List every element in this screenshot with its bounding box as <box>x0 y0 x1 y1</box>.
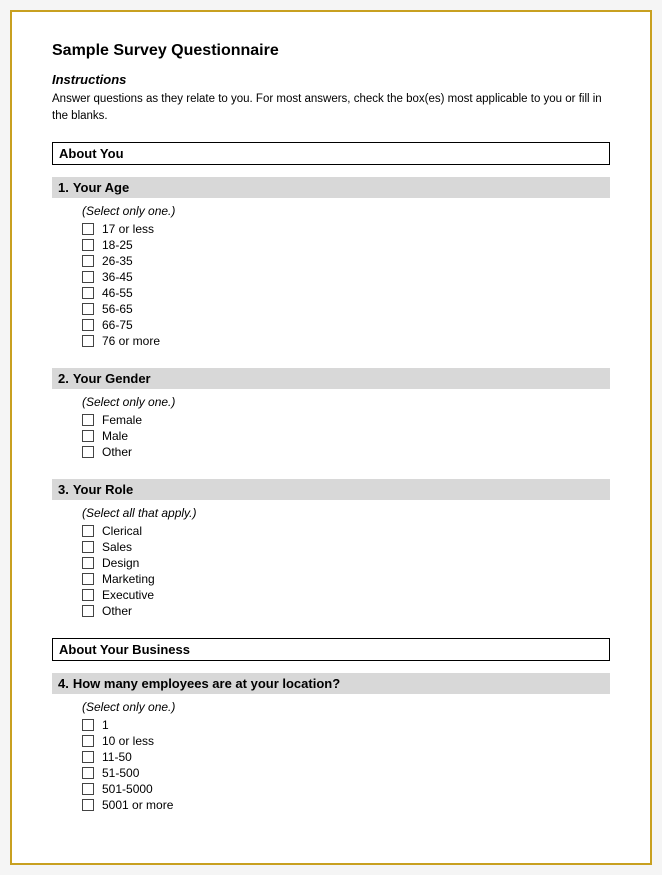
question-block: 4. How many employees are at your locatio… <box>52 673 610 812</box>
option-row: 501-5000 <box>82 782 610 796</box>
option-checkbox[interactable] <box>82 446 94 458</box>
option-row: Design <box>82 556 610 570</box>
option-checkbox[interactable] <box>82 719 94 731</box>
option-row: 17 or less <box>82 222 610 236</box>
question-text: Your Age <box>73 180 129 195</box>
option-checkbox[interactable] <box>82 303 94 315</box>
option-row: Marketing <box>82 572 610 586</box>
question-text: Your Role <box>73 482 133 497</box>
option-row: 76 or more <box>82 334 610 348</box>
option-checkbox[interactable] <box>82 605 94 617</box>
option-checkbox[interactable] <box>82 799 94 811</box>
option-label: 1 <box>102 718 109 732</box>
option-row: Other <box>82 604 610 618</box>
option-checkbox[interactable] <box>82 287 94 299</box>
question-title-row: 2. Your Gender <box>52 368 610 389</box>
option-label: 51-500 <box>102 766 139 780</box>
option-row: 56-65 <box>82 302 610 316</box>
question-block: 2. Your Gender (Select only one.) Female Mal… <box>52 368 610 459</box>
option-checkbox[interactable] <box>82 541 94 553</box>
select-instruction: (Select all that apply.) <box>82 506 610 520</box>
option-checkbox[interactable] <box>82 767 94 779</box>
option-checkbox[interactable] <box>82 783 94 795</box>
option-checkbox[interactable] <box>82 557 94 569</box>
option-row: Executive <box>82 588 610 602</box>
option-checkbox[interactable] <box>82 319 94 331</box>
option-row: Male <box>82 429 610 443</box>
option-label: Male <box>102 429 128 443</box>
option-row: 5001 or more <box>82 798 610 812</box>
option-label: 56-65 <box>102 302 133 316</box>
option-row: 18-25 <box>82 238 610 252</box>
option-label: Other <box>102 445 132 459</box>
option-row: 36-45 <box>82 270 610 284</box>
option-row: Female <box>82 413 610 427</box>
instructions-heading: Instructions <box>52 72 610 87</box>
question-title-row: 3. Your Role <box>52 479 610 500</box>
question-number: 1. <box>58 180 69 195</box>
question-block: 1. Your Age (Select only one.) 17 or less 18… <box>52 177 610 348</box>
option-checkbox[interactable] <box>82 430 94 442</box>
option-label: 36-45 <box>102 270 133 284</box>
option-checkbox[interactable] <box>82 735 94 747</box>
option-checkbox[interactable] <box>82 239 94 251</box>
question-number: 2. <box>58 371 69 386</box>
option-checkbox[interactable] <box>82 573 94 585</box>
section-header-about-your-business: About Your Business <box>52 638 610 661</box>
option-label: Clerical <box>102 524 142 538</box>
option-row: 26-35 <box>82 254 610 268</box>
option-checkbox[interactable] <box>82 414 94 426</box>
option-label: 26-35 <box>102 254 133 268</box>
option-checkbox[interactable] <box>82 751 94 763</box>
option-row: 51-500 <box>82 766 610 780</box>
question-number: 4. <box>58 676 69 691</box>
page-wrapper: Sample Survey Questionnaire Instructions… <box>10 10 652 865</box>
option-row: 1 <box>82 718 610 732</box>
option-label: Marketing <box>102 572 155 586</box>
option-checkbox[interactable] <box>82 223 94 235</box>
option-label: 66-75 <box>102 318 133 332</box>
sections-container: About You 1. Your Age (Select only one.) 17 … <box>52 142 610 812</box>
option-label: Female <box>102 413 142 427</box>
select-instruction: (Select only one.) <box>82 395 610 409</box>
option-checkbox[interactable] <box>82 271 94 283</box>
select-instruction: (Select only one.) <box>82 700 610 714</box>
section-header-about-you: About You <box>52 142 610 165</box>
option-checkbox[interactable] <box>82 589 94 601</box>
option-row: 11-50 <box>82 750 610 764</box>
option-label: 18-25 <box>102 238 133 252</box>
option-checkbox[interactable] <box>82 335 94 347</box>
option-label: 17 or less <box>102 222 154 236</box>
option-row: Clerical <box>82 524 610 538</box>
question-text: Your Gender <box>73 371 151 386</box>
question-text: How many employees are at your location? <box>73 676 340 691</box>
option-row: Sales <box>82 540 610 554</box>
option-label: Other <box>102 604 132 618</box>
option-checkbox[interactable] <box>82 525 94 537</box>
option-row: Other <box>82 445 610 459</box>
question-title-row: 1. Your Age <box>52 177 610 198</box>
option-label: 46-55 <box>102 286 133 300</box>
option-label: Executive <box>102 588 154 602</box>
instructions-text: Answer questions as they relate to you. … <box>52 91 610 126</box>
question-title-row: 4. How many employees are at your locatio… <box>52 673 610 694</box>
option-label: Design <box>102 556 139 570</box>
option-label: 501-5000 <box>102 782 153 796</box>
question-block: 3. Your Role (Select all that apply.) Cleri… <box>52 479 610 618</box>
option-row: 66-75 <box>82 318 610 332</box>
option-label: 5001 or more <box>102 798 173 812</box>
option-row: 10 or less <box>82 734 610 748</box>
survey-title: Sample Survey Questionnaire <box>52 42 610 60</box>
option-label: Sales <box>102 540 132 554</box>
option-checkbox[interactable] <box>82 255 94 267</box>
question-number: 3. <box>58 482 69 497</box>
option-row: 46-55 <box>82 286 610 300</box>
option-label: 11-50 <box>102 750 132 764</box>
option-label: 10 or less <box>102 734 154 748</box>
option-label: 76 or more <box>102 334 160 348</box>
select-instruction: (Select only one.) <box>82 204 610 218</box>
